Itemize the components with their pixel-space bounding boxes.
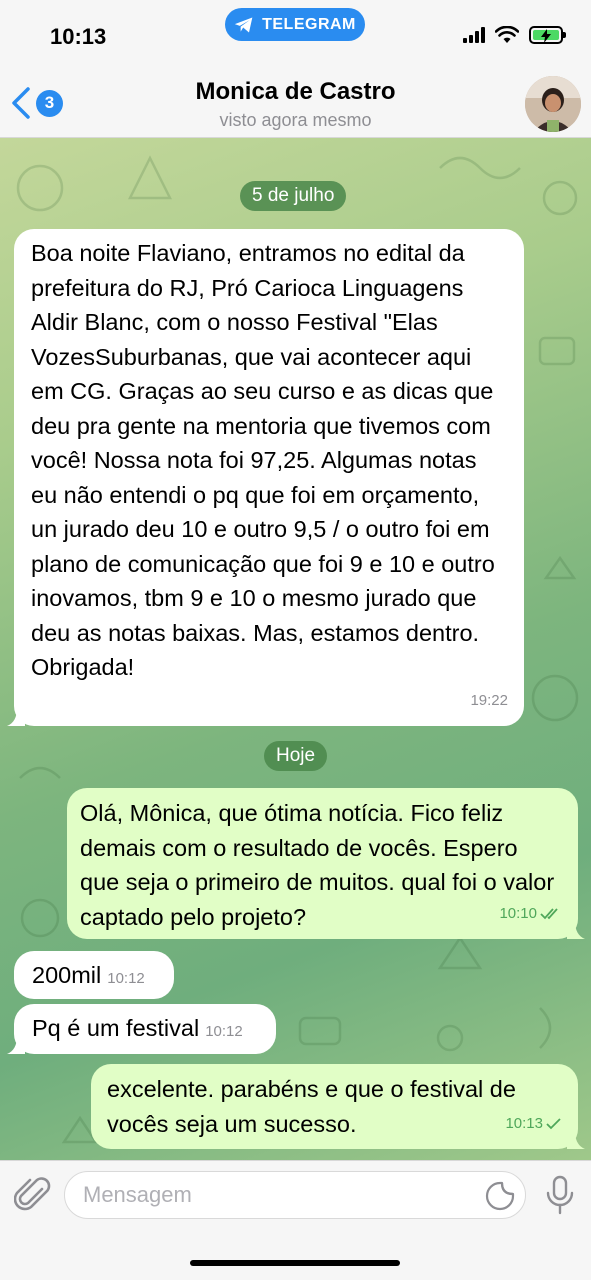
telegram-pill[interactable]: TELEGRAM: [225, 8, 365, 41]
date-separator: Hoje: [264, 741, 328, 771]
chat-area[interactable]: 5 de julho Boa noite Flaviano, entramos …: [0, 138, 591, 1160]
bubble-tail: [7, 708, 25, 726]
message-field[interactable]: [64, 1171, 526, 1219]
message-time: 10:13: [505, 1114, 543, 1132]
message-outgoing[interactable]: Olá, Mônica, que ótima notícia. Fico fel…: [67, 788, 585, 939]
paperclip-icon[interactable]: [14, 1175, 52, 1215]
bubble-tail: [567, 1131, 585, 1149]
message-text: excelente. parabéns e que o festival de …: [107, 1076, 516, 1137]
status-icons: [463, 26, 566, 44]
composer-bar: [0, 1160, 591, 1280]
message-text: Pq é um festival: [32, 1015, 200, 1041]
status-time: 10:13: [50, 24, 107, 49]
date-separator: 5 de julho: [240, 181, 347, 211]
status-bar: 10:13 TELEGRAM: [0, 0, 591, 64]
message-outgoing[interactable]: excelente. parabéns e que o festival de …: [91, 1064, 585, 1149]
contact-name[interactable]: Monica de Castro: [0, 78, 591, 106]
wifi-icon: [495, 26, 519, 43]
message-meta: 10:10: [499, 897, 562, 932]
message-time: 19:22: [470, 691, 508, 709]
bubble-tail: [7, 1036, 25, 1054]
last-seen-status: visto agora mesmo: [219, 110, 372, 130]
message-meta: 10:13: [505, 1107, 562, 1142]
chat-header: 3 Monica de Castro visto agora mesmo: [0, 64, 591, 138]
message-incoming[interactable]: Boa noite Flaviano, entramos no edital d…: [7, 229, 524, 726]
home-indicator: [190, 1260, 400, 1266]
message-text: Olá, Mônica, que ótima notícia. Fico fel…: [80, 800, 555, 930]
message-text: Boa noite Flaviano, entramos no edital d…: [31, 240, 495, 680]
message-text: 200mil: [32, 962, 102, 988]
single-check-icon: [546, 1118, 561, 1130]
battery-icon: [529, 26, 566, 44]
contact-avatar[interactable]: [525, 76, 581, 132]
microphone-icon[interactable]: [545, 1175, 575, 1215]
message-time: 10:12: [107, 970, 145, 987]
message-time: 10:10: [499, 904, 537, 922]
message-time: 10:12: [205, 1023, 243, 1040]
telegram-icon: [234, 17, 253, 32]
message-incoming[interactable]: Pq é um festival 10:12: [7, 1004, 276, 1054]
double-check-icon: [540, 908, 558, 920]
message-incoming[interactable]: 200mil 10:12: [14, 951, 174, 999]
bubble-tail: [567, 921, 585, 939]
signal-icon: [463, 27, 485, 43]
sticker-icon[interactable]: [485, 1181, 515, 1211]
telegram-pill-label: TELEGRAM: [262, 15, 356, 33]
message-input[interactable]: [65, 1172, 465, 1218]
